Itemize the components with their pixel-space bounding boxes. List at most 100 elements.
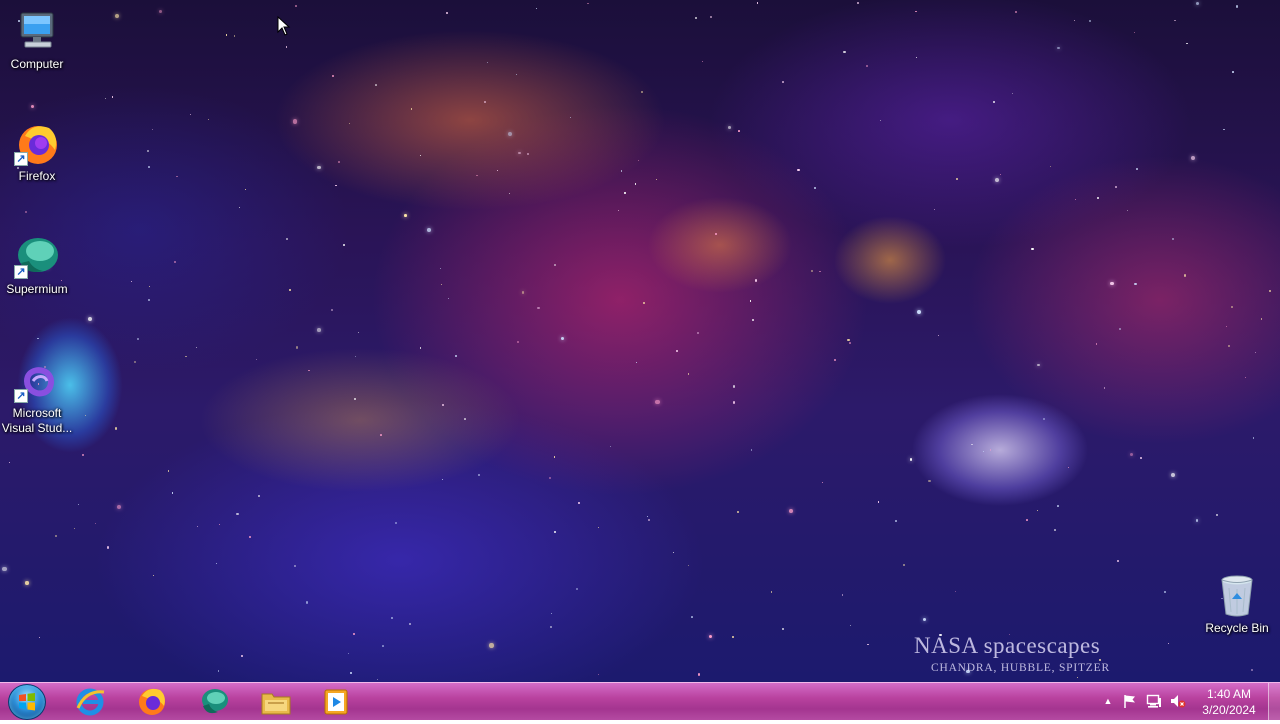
- star: [95, 523, 97, 525]
- star: [404, 214, 407, 217]
- desktop-icon-supermium[interactable]: ↗ Supermium: [0, 233, 74, 297]
- taskbar-clock[interactable]: 1:40 AM 3/20/2024: [1194, 686, 1264, 718]
- star: [971, 443, 973, 446]
- star: [526, 153, 529, 156]
- star: [1097, 196, 1100, 200]
- star: [1126, 209, 1129, 212]
- action-center-flag-icon: [1124, 695, 1135, 708]
- star: [638, 159, 640, 161]
- star: [620, 170, 622, 172]
- desktop-icon-recycle-bin[interactable]: Recycle Bin: [1200, 572, 1274, 636]
- star: [548, 476, 552, 479]
- star: [148, 286, 150, 288]
- star: [635, 362, 638, 364]
- taskbar-media-player-button[interactable]: [310, 686, 362, 718]
- supermium-icon: [202, 689, 228, 714]
- desktop-icon-visual-studio[interactable]: ↗ Microsoft Visual Stud...: [0, 357, 74, 436]
- star: [1183, 274, 1186, 277]
- star: [441, 403, 444, 406]
- star: [236, 513, 239, 516]
- show-hidden-icons-button[interactable]: ▲: [1100, 693, 1116, 709]
- internet-explorer-icon: [76, 688, 105, 716]
- star: [749, 300, 752, 302]
- star: [176, 175, 178, 178]
- star: [902, 563, 905, 566]
- star: [1186, 42, 1188, 45]
- taskbar-file-explorer-button[interactable]: [250, 686, 302, 718]
- star: [116, 505, 121, 510]
- star: [507, 131, 513, 136]
- star: [440, 283, 442, 285]
- network-button[interactable]: [1146, 693, 1162, 709]
- computer-icon: [13, 8, 61, 56]
- star: [553, 456, 556, 458]
- star: [137, 337, 140, 340]
- star: [841, 594, 844, 596]
- star: [427, 228, 431, 232]
- show-desktop-button[interactable]: [1268, 683, 1280, 720]
- star: [1172, 238, 1175, 241]
- star: [569, 117, 571, 119]
- star: [1057, 46, 1060, 50]
- volume-button[interactable]: [1170, 693, 1186, 709]
- star: [104, 97, 107, 100]
- star: [151, 129, 153, 131]
- star: [814, 187, 816, 189]
- star: [114, 14, 119, 19]
- star: [655, 399, 660, 405]
- star: [484, 101, 486, 103]
- star: [1103, 387, 1106, 389]
- star: [174, 260, 177, 263]
- start-button[interactable]: [8, 684, 46, 720]
- star: [74, 527, 76, 529]
- star: [171, 492, 173, 494]
- star: [308, 369, 310, 372]
- file-explorer-icon: [261, 693, 291, 715]
- supermium-icon: ↗: [13, 233, 61, 281]
- star: [811, 269, 814, 272]
- desktop-icon-firefox[interactable]: ↗ Firefox: [0, 120, 74, 184]
- shortcut-arrow-icon: ↗: [14, 389, 28, 403]
- star: [915, 56, 918, 59]
- star: [218, 523, 220, 525]
- star: [190, 113, 192, 115]
- desktop-icon-label: Supermium: [6, 282, 68, 296]
- star: [1077, 676, 1079, 678]
- star: [1134, 282, 1137, 286]
- star: [554, 530, 557, 533]
- star: [195, 346, 198, 348]
- action-center-button[interactable]: [1122, 693, 1138, 709]
- star: [1089, 19, 1092, 22]
- wallpaper-watermark: NASA spacescapes CHANDRA, HUBBLE, SPITZE…: [914, 633, 1110, 674]
- star: [728, 126, 732, 129]
- star: [646, 515, 648, 518]
- star: [843, 50, 846, 53]
- star: [2, 567, 7, 572]
- desktop-icon-computer[interactable]: Computer: [0, 8, 74, 72]
- star: [516, 74, 518, 76]
- star: [1037, 363, 1040, 367]
- star: [691, 616, 693, 618]
- star: [1096, 343, 1098, 345]
- taskbar-supermium-button[interactable]: [188, 686, 240, 718]
- star: [331, 74, 334, 77]
- star: [375, 84, 377, 86]
- star: [1026, 519, 1028, 521]
- star: [1110, 281, 1115, 286]
- star: [294, 564, 297, 568]
- taskbar-firefox-button[interactable]: [126, 686, 178, 718]
- star: [87, 316, 92, 321]
- star: [1245, 377, 1247, 379]
- star: [598, 527, 600, 529]
- recycle-bin-icon: [1213, 572, 1261, 620]
- mouse-cursor-icon: [277, 16, 291, 36]
- star: [553, 264, 556, 267]
- star: [442, 478, 444, 480]
- star: [25, 581, 29, 585]
- star: [9, 461, 11, 463]
- star: [586, 2, 589, 5]
- star: [464, 418, 466, 420]
- star: [697, 673, 701, 676]
- taskbar-internet-explorer-button[interactable]: [64, 686, 116, 718]
- star: [750, 449, 752, 451]
